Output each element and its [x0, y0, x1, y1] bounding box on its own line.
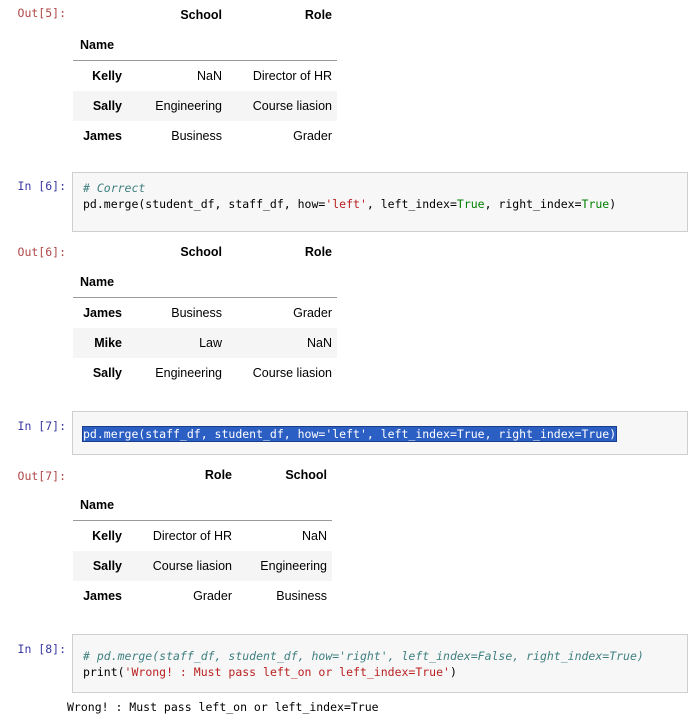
table-row: Sally Engineering Course liasion [73, 91, 337, 121]
table-row: Kelly Director of HR NaN [73, 521, 332, 552]
dataframe-output-7: Role School Name Kelly Director of HR Na… [73, 460, 332, 611]
row-index: Kelly [92, 529, 122, 543]
index-name-row: Name [73, 30, 337, 61]
column-header: Role [304, 245, 332, 259]
table-cell: Grader [293, 129, 332, 143]
dataframe-output-6: School Role Name James Business Grader M… [73, 237, 337, 388]
table-cell: Course liasion [252, 99, 332, 113]
table-row: Sally Course liasion Engineering [73, 551, 332, 581]
row-index: James [83, 306, 122, 320]
code-comment: # Correct [83, 181, 146, 195]
column-header: Role [304, 8, 332, 22]
code-editor[interactable]: pd.merge(staff_df, student_df, how='left… [73, 412, 687, 449]
column-header: School [180, 8, 222, 22]
code-cell-8[interactable]: # pd.merge(staff_df, student_df, how='ri… [72, 634, 688, 693]
index-name: Name [73, 267, 127, 298]
table-cell: Business [171, 129, 222, 143]
table-cell: NaN [306, 336, 332, 350]
code-comment: # pd.merge(staff_df, student_df, how='ri… [83, 649, 644, 663]
index-name-row: Name [73, 267, 337, 298]
table-cell: Business [276, 589, 327, 603]
table-row: James Business Grader [73, 298, 337, 329]
table-cell: Engineering [155, 366, 222, 380]
index-name: Name [73, 30, 127, 61]
row-index: James [83, 589, 122, 603]
table-row: Mike Law NaN [73, 328, 337, 358]
table-cell: Business [171, 306, 222, 320]
table-cell: Law [199, 336, 222, 350]
code-cell-7[interactable]: pd.merge(staff_df, student_df, how='left… [72, 411, 688, 455]
table-row: James Grader Business [73, 581, 332, 611]
output-prompt-5: Out[5]: [17, 6, 66, 20]
selected-code-text[interactable]: pd.merge(staff_df, student_df, how='left… [81, 426, 618, 442]
row-index: Sally [92, 99, 122, 113]
code-cell-6[interactable]: # Correct pd.merge(student_df, staff_df,… [72, 172, 688, 232]
table-cell: NaN [196, 69, 222, 83]
index-name: Name [73, 490, 127, 521]
column-header-row: School Role [73, 0, 337, 30]
table-cell: Grader [193, 589, 232, 603]
table-cell: Course liasion [252, 366, 332, 380]
table-cell: Grader [293, 306, 332, 320]
table-cell: Engineering [260, 559, 327, 573]
output-prompt-7: Out[7]: [17, 469, 66, 483]
row-index: James [83, 129, 122, 143]
dataframe-output-5: School Role Name Kelly NaN Director of H… [73, 0, 337, 151]
row-index: Kelly [92, 69, 122, 83]
table-row: Kelly NaN Director of HR [73, 61, 337, 92]
table-cell: Course liasion [152, 559, 232, 573]
code-editor[interactable]: # Correct pd.merge(student_df, staff_df,… [73, 173, 687, 219]
table-row: Sally Engineering Course liasion [73, 358, 337, 388]
table-cell: Director of HR [152, 529, 232, 543]
column-header-row: School Role [73, 237, 337, 267]
column-header: School [180, 245, 222, 259]
column-header: School [285, 468, 327, 482]
row-index: Sally [92, 559, 122, 573]
input-prompt-8: In [8]: [17, 642, 66, 656]
index-name-row: Name [73, 490, 332, 521]
table-row: James Business Grader [73, 121, 337, 151]
table-cell: Director of HR [252, 69, 332, 83]
table-cell: NaN [301, 529, 327, 543]
output-prompt-6: Out[6]: [17, 245, 66, 259]
table-cell: Engineering [155, 99, 222, 113]
input-prompt-7: In [7]: [17, 419, 66, 433]
blank-header [73, 0, 127, 30]
input-prompt-6: In [6]: [17, 179, 66, 193]
code-editor[interactable]: # pd.merge(staff_df, student_df, how='ri… [73, 635, 687, 687]
row-index: Mike [94, 336, 122, 350]
stdout-output-8: Wrong! : Must pass left_on or left_index… [67, 700, 379, 714]
row-index: Sally [92, 366, 122, 380]
column-header: Role [204, 468, 232, 482]
column-header-row: Role School [73, 460, 332, 490]
